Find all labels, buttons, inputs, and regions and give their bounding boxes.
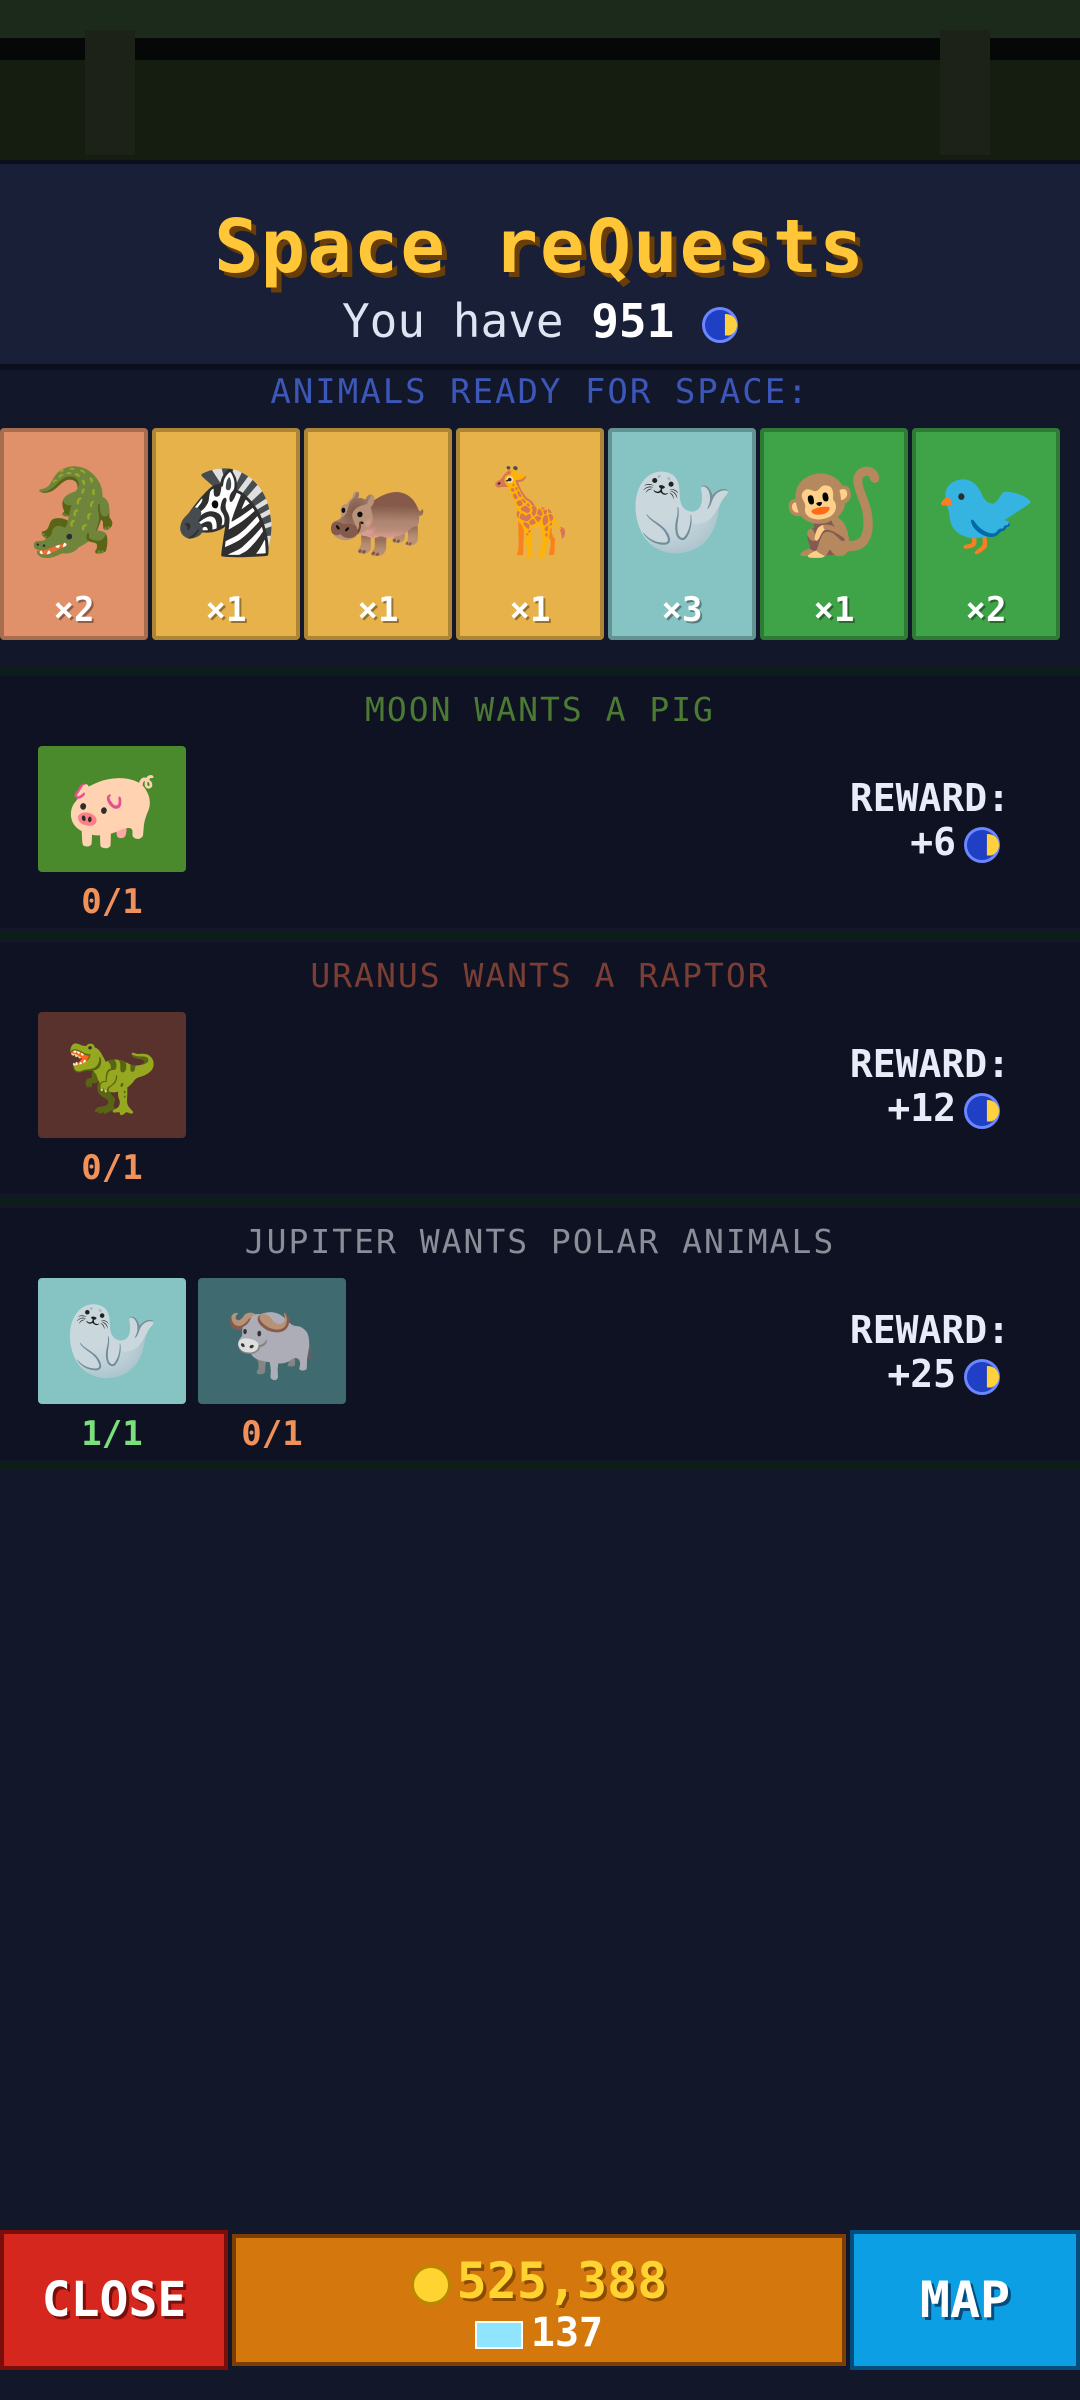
moon-coin-icon [964,1092,1000,1129]
ready-label: ANIMALS READY FOR SPACE: [270,372,810,412]
quest-slot-seal[interactable]: 🦭 [38,1278,186,1404]
seal-icon: 🦭 [629,463,735,561]
animal-count: ×1 [509,590,551,630]
quest-reward: REWARD: +6 [850,776,1010,864]
gold-coin-icon [410,2264,451,2305]
slot-progress: 0/1 [81,882,143,922]
zebra-icon: 🦓 [173,463,279,561]
page-title: Space reQuests [214,204,866,290]
animal-card-monkey[interactable]: 🐒 ×1 [760,428,908,640]
animal-count: ×1 [357,590,399,630]
quest-2: URANUS WANTS A RAPTOR 🦖 0/1 REWARD: +12 [0,942,1080,1194]
reward-amount-line: +6 [850,820,1010,864]
header-panel: Space reQuests You have 951 [0,160,1080,370]
pig-icon: 🐖 [64,764,160,853]
reward-label: REWARD: [849,1042,1010,1086]
animal-card-giraffe[interactable]: 🦒 ×1 [456,428,604,640]
crocodile-icon: 🐊 [21,463,127,561]
toucan-icon: 🐦 [933,463,1039,561]
ready-animals-row: 🐊 ×2 🦓 ×1 🦛 ×1 🦒 ×1 🦭 ×3 🐒 ×1 🐦 ×2 [0,428,1080,644]
animal-card-seal[interactable]: 🦭 ×3 [608,428,756,640]
animal-count: ×1 [813,590,855,630]
bottom-bar: CLOSE 525,388 137 MAP [0,2230,1080,2370]
quest-reward: REWARD: +12 [850,1042,1010,1130]
reward-amount: +25 [887,1352,956,1396]
background-scene [0,0,1080,160]
slot-progress: 1/1 [81,1414,143,1454]
gem-value: 137 [530,2310,604,2356]
animal-card-toucan[interactable]: 🐦 ×2 [912,428,1060,640]
animal-count: ×2 [53,590,95,630]
reward-amount: +12 [887,1086,956,1130]
hippo-icon: 🦛 [325,463,431,561]
quest-slot-musk-ox[interactable]: 🐃 [198,1278,346,1404]
quest-title: JUPITER WANTS POLAR ANIMALS [244,1222,836,1261]
pillar-right [940,30,990,155]
monkey-icon: 🐒 [781,463,887,561]
seal-icon: 🦭 [64,1296,160,1385]
gem-icon [474,2321,523,2349]
quest-1: MOON WANTS A PIG 🐖 0/1 REWARD: +6 [0,676,1080,928]
quest-divider [0,1462,1080,1470]
quest-slot-raptor[interactable]: 🦖 [38,1012,186,1138]
reward-label: REWARD: [849,1308,1010,1352]
moon-coin-icon [964,1358,1000,1395]
musk-ox-icon: 🐃 [224,1296,320,1385]
giraffe-icon: 🦒 [477,463,583,561]
currency-panel: 525,388 137 [232,2234,846,2366]
animal-card-crocodile[interactable]: 🐊 ×2 [0,428,148,640]
reward-amount-line: +12 [850,1086,1010,1130]
moon-coin-icon [702,306,739,343]
balance-value: 951 [591,294,675,348]
quest-title: URANUS WANTS A RAPTOR [310,956,770,995]
reward-amount-line: +25 [850,1352,1010,1396]
quest-slot-pig[interactable]: 🐖 [38,746,186,872]
quest-divider [0,932,1080,940]
gem-balance: 137 [236,2310,842,2356]
balance-line: You have 951 [0,294,1080,348]
moon-coin-icon [964,826,1000,863]
quest-divider [0,668,1080,676]
animal-count: ×1 [205,590,247,630]
quest-divider [0,1198,1080,1206]
slot-progress: 0/1 [241,1414,303,1454]
close-button[interactable]: CLOSE [0,2230,228,2370]
map-button[interactable]: MAP [850,2230,1080,2370]
reward-amount: +6 [910,820,956,864]
quest-3: JUPITER WANTS POLAR ANIMALS 🦭 1/1 🐃 0/1 REWAR… [0,1208,1080,1460]
animal-card-hippo[interactable]: 🦛 ×1 [304,428,452,640]
pillar-left [85,30,135,155]
animal-count: ×3 [661,590,703,630]
animal-card-zebra[interactable]: 🦓 ×1 [152,428,300,640]
animal-count: ×2 [965,590,1007,630]
quest-title: MOON WANTS A PIG [365,690,715,729]
quest-reward: REWARD: +25 [850,1308,1010,1396]
coin-value: 525,388 [456,2252,668,2310]
balance-prefix: You have [341,294,564,348]
reward-label: REWARD: [849,776,1010,820]
coin-balance: 525,388 [236,2252,842,2310]
raptor-icon: 🦖 [64,1030,160,1119]
slot-progress: 0/1 [81,1148,143,1188]
